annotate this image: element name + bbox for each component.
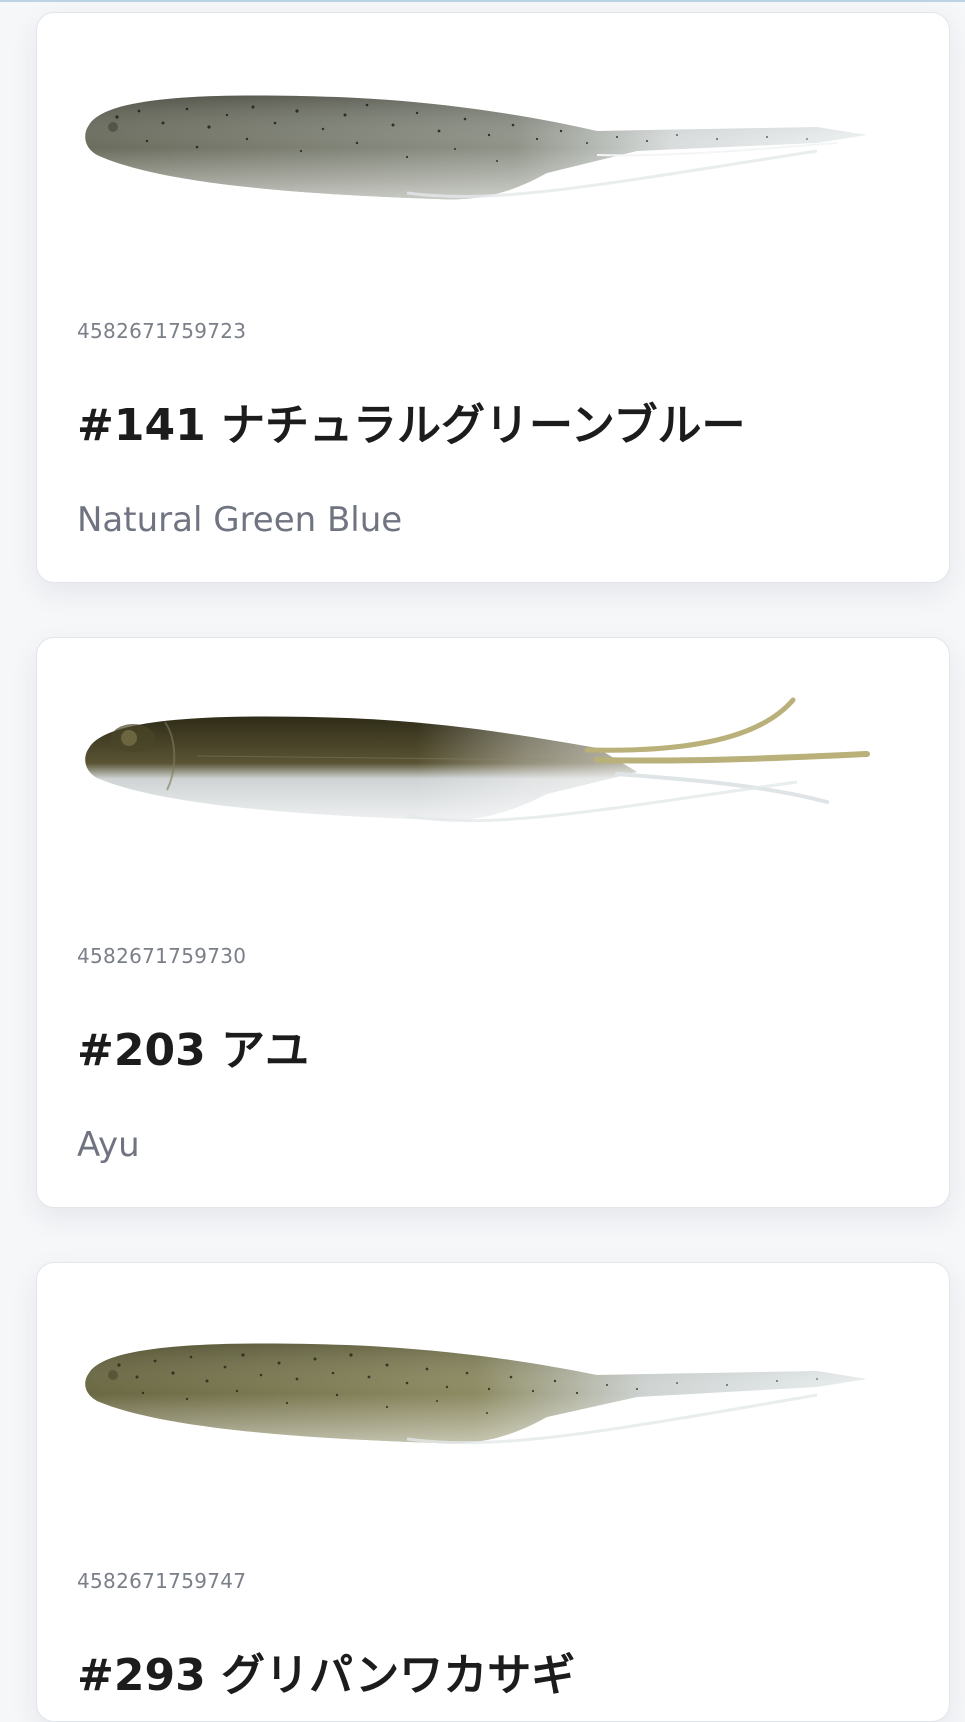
jan-code: 4582671759730 [77, 944, 247, 968]
color-name-japanese: #203 アユ [77, 1025, 310, 1076]
lure-image [77, 1315, 907, 1475]
product-card[interactable]: 4582671759730 #203 アユ Ayu [36, 637, 950, 1208]
top-border [0, 0, 965, 2]
jan-code: 4582671759747 [77, 1569, 247, 1593]
jan-code: 4582671759723 [77, 319, 247, 343]
color-name-japanese: #141 ナチュラルグリーンブルー [77, 400, 746, 451]
color-name-english: Ayu [77, 1125, 140, 1165]
color-name-english: Natural Green Blue [77, 500, 403, 540]
lure-image [77, 690, 907, 850]
product-card[interactable]: 4582671759723 #141 ナチュラルグリーンブルー Natural … [36, 12, 950, 583]
lure-green-pumpkin-wakasagi-icon [85, 1343, 868, 1445]
product-card[interactable]: 4582671759747 #293 グリパンワカサギ [36, 1262, 950, 1722]
lure-image [77, 65, 907, 225]
color-name-japanese: #293 グリパンワカサギ [77, 1650, 576, 1701]
lure-natural-green-blue-icon [85, 95, 868, 200]
lure-ayu-icon [85, 697, 870, 823]
